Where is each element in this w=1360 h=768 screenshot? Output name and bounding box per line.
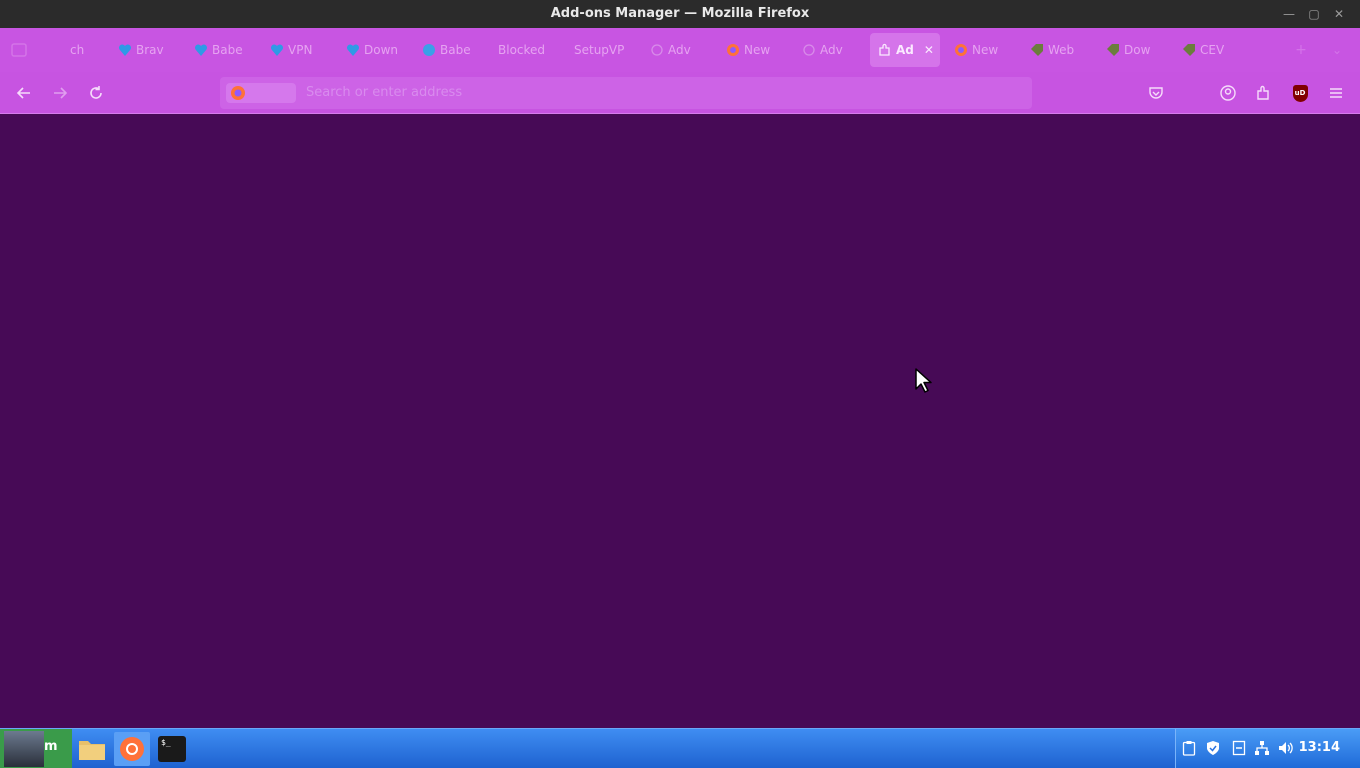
extensions-button[interactable] (1253, 82, 1275, 104)
tab-4[interactable]: VPN (270, 33, 312, 67)
arrow-left-icon (16, 87, 30, 99)
tab-7[interactable]: Blocked (498, 33, 545, 67)
url-input[interactable]: Search or enter address (306, 85, 462, 100)
hamburger-menu-icon (1330, 88, 1342, 98)
tab-addons-manager[interactable]: Ad ✕ (870, 33, 940, 67)
tab-1[interactable]: ch (70, 33, 84, 67)
maximize-button[interactable]: ▢ (1305, 5, 1323, 23)
start-menu-button[interactable]: m (0, 729, 72, 768)
ublock-button[interactable]: uD (1289, 82, 1311, 104)
tab-label: Babe (440, 43, 471, 57)
ublock-icon: uD (1292, 84, 1308, 102)
tab-label: ch (70, 43, 85, 57)
generic-page-icon (802, 43, 816, 57)
nav-toolbar: Search or enter address uD (0, 72, 1360, 114)
tag-icon (1030, 43, 1044, 57)
start-label: m (44, 739, 58, 754)
tab-label: Web (1048, 43, 1075, 57)
update-icon[interactable] (1230, 739, 1248, 757)
clipboard-icon[interactable] (1180, 739, 1198, 757)
clock[interactable]: 13:14 (1299, 740, 1340, 755)
taskbar-file-manager[interactable] (76, 732, 108, 766)
reload-icon (90, 86, 102, 99)
tab-label: Adv (820, 43, 843, 57)
minimize-button[interactable]: — (1280, 5, 1298, 23)
puzzle-icon (878, 43, 892, 57)
arrow-right-icon (54, 87, 68, 99)
tab-label: New (972, 43, 999, 57)
globe-icon (422, 43, 436, 57)
account-button[interactable] (1217, 82, 1239, 104)
firefox-icon (954, 43, 968, 57)
tab-13[interactable]: New (954, 33, 998, 67)
tab-label: Down (364, 43, 399, 57)
file-manager-icon (79, 741, 105, 760)
volume-icon[interactable] (1277, 739, 1295, 757)
tab-label: Adv (668, 43, 691, 57)
list-all-tabs-icon[interactable]: ⌄ (1326, 39, 1348, 61)
close-window-button[interactable]: ✕ (1330, 5, 1348, 23)
tab-label: SetupVP (574, 43, 625, 57)
close-tab-icon[interactable]: ✕ (924, 43, 934, 57)
forward-button[interactable] (49, 82, 71, 104)
app-menu-button[interactable] (1325, 82, 1347, 104)
tab-5[interactable]: Down (346, 33, 398, 67)
account-icon (1220, 85, 1236, 101)
tab-14[interactable]: Web (1030, 33, 1074, 67)
pocket-button[interactable] (1145, 82, 1167, 104)
addons-content-area (0, 114, 1360, 728)
firefox-icon (231, 86, 245, 100)
tab-strip: ch Brav Babe VPN Down Babe Blocked Setup… (0, 28, 1360, 72)
tab-9[interactable]: Adv (650, 33, 691, 67)
tab-label: Babe (212, 43, 243, 57)
mouse-cursor-icon (915, 368, 932, 393)
generic-page-icon (650, 43, 664, 57)
tab-label: Dow (1124, 43, 1151, 57)
tab-label: New (744, 43, 771, 57)
tab-label: Brav (136, 43, 164, 57)
tab-8[interactable]: SetupVP (574, 33, 624, 67)
heart-icon (194, 43, 208, 57)
url-bar[interactable]: Search or enter address (220, 77, 1032, 109)
tab-16[interactable]: CEV (1182, 33, 1224, 67)
tab-6[interactable]: Babe (422, 33, 471, 67)
new-tab-icon[interactable]: + (1290, 39, 1312, 61)
heart-icon (346, 43, 360, 57)
tab-3[interactable]: Babe (194, 33, 243, 67)
avatar (4, 731, 44, 767)
window-titlebar: Add-ons Manager — Mozilla Firefox — ▢ ✕ (0, 0, 1360, 28)
tab-label: VPN (288, 43, 313, 57)
taskbar: m $_ 13:14 (0, 728, 1360, 768)
tab-label: Ad (896, 43, 914, 57)
tab-11[interactable]: Adv (802, 33, 843, 67)
taskbar-terminal[interactable]: $_ (156, 732, 188, 766)
tab-list-icon[interactable] (8, 39, 30, 61)
firefox-icon (120, 737, 144, 761)
reload-button[interactable] (85, 82, 107, 104)
shield-icon[interactable] (1204, 739, 1222, 757)
identity-box[interactable] (226, 83, 296, 103)
tab-15[interactable]: Dow (1106, 33, 1150, 67)
puzzle-icon (1257, 85, 1269, 100)
window-title: Add-ons Manager — Mozilla Firefox (550, 6, 810, 21)
pocket-icon (1149, 87, 1163, 99)
tag-icon (1182, 43, 1196, 57)
tab-label: Blocked (498, 43, 546, 57)
tag-icon (1106, 43, 1120, 57)
taskbar-firefox[interactable] (114, 732, 150, 766)
tab-10[interactable]: New (726, 33, 770, 67)
firefox-icon (726, 43, 740, 57)
network-icon[interactable] (1253, 739, 1271, 757)
back-button[interactable] (13, 82, 35, 104)
terminal-icon: $_ (158, 736, 186, 762)
tab-2[interactable]: Brav (118, 33, 164, 67)
tab-label: CEV (1200, 43, 1225, 57)
heart-icon (118, 43, 132, 57)
heart-icon (270, 43, 284, 57)
